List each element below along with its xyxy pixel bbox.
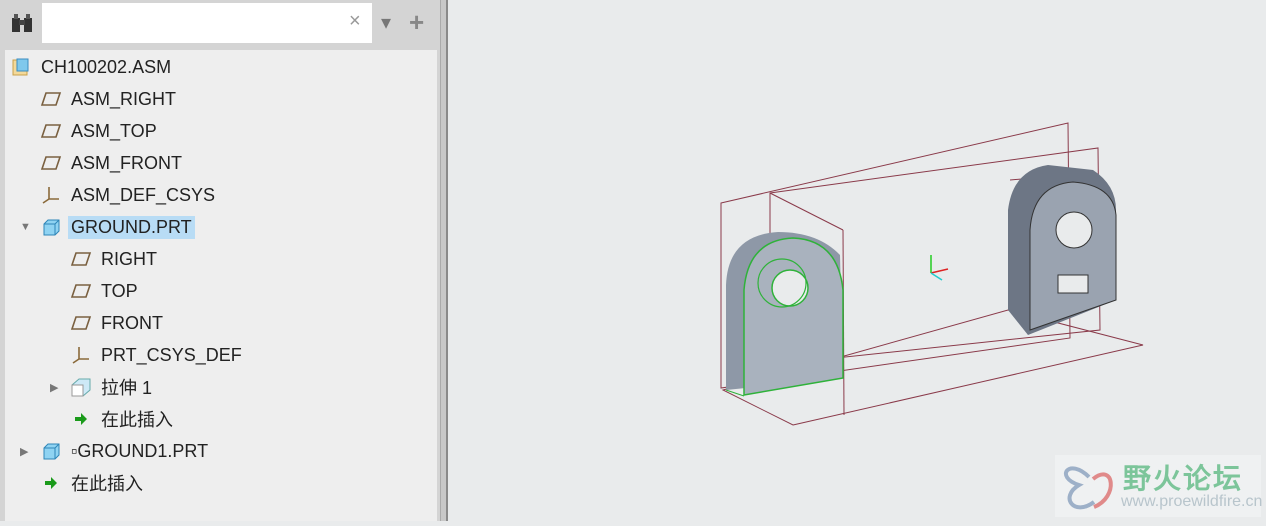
tree-item[interactable]: 拉伸 1 [70, 373, 155, 401]
tree-item[interactable]: PRT_CSYS_DEF [70, 341, 245, 369]
watermark-url: www.proewildfire.cn [1121, 493, 1263, 510]
watermark-logo: 野火论坛 www.proewildfire.cn [1055, 455, 1263, 517]
add-icon[interactable]: + [409, 7, 424, 38]
datum-plane-icon [70, 249, 92, 269]
model-tree: CH100202.ASM ASM_RIGHT ASM_TOP ASM_FRONT ASM… [5, 50, 437, 521]
tree-item-label: ASM_TOP [71, 120, 157, 141]
expand-arrow[interactable]: ▶ [20, 445, 28, 458]
datum-plane-icon [40, 153, 62, 173]
dropdown-icon[interactable]: ▾ [381, 10, 391, 35]
tree-item[interactable]: ASM_DEF_CSYS [40, 181, 218, 209]
expand-arrow[interactable]: ▶ [50, 381, 58, 394]
tree-item-label: TOP [101, 280, 138, 301]
collapse-arrow[interactable]: ▼ [20, 221, 31, 233]
panel-splitter[interactable] [440, 0, 448, 521]
insert-here-icon [40, 473, 62, 493]
graphics-viewport[interactable] [448, 0, 1266, 521]
tree-item-label: 拉伸 1 [101, 378, 153, 398]
csys-icon [70, 345, 92, 365]
tree-item[interactable]: ▫GROUND1.PRT [40, 437, 211, 465]
model-tree-panel: × ▾ + CH100202.ASM ASM_RIGHT ASM_TOP ASM_FR… [0, 0, 440, 521]
tree-item[interactable]: 在此插入 [70, 405, 176, 433]
datum-plane-icon [40, 121, 62, 141]
tree-item-label: ASM_DEF_CSYS [71, 184, 216, 205]
tree-item-label: CH100202.ASM [41, 56, 172, 77]
tree-item-label: GROUND.PRT [68, 215, 195, 239]
find-binoculars-icon[interactable] [10, 12, 34, 34]
search-input[interactable] [42, 3, 372, 43]
tree-item-label: RIGHT [101, 248, 157, 269]
tree-item[interactable]: FRONT [70, 309, 166, 337]
tree-item[interactable]: CH100202.ASM [10, 53, 174, 81]
3d-model-view [720, 122, 1144, 426]
tree-item-label: 在此插入 [101, 410, 173, 430]
tree-item[interactable]: TOP [70, 277, 141, 305]
tree-item[interactable]: ASM_FRONT [40, 149, 185, 177]
part-icon [40, 217, 62, 237]
tree-item[interactable]: ASM_TOP [40, 117, 160, 145]
datum-plane-icon [70, 281, 92, 301]
tree-item-label: PRT_CSYS_DEF [101, 344, 242, 365]
datum-plane-icon [70, 313, 92, 333]
tree-item[interactable]: ASM_RIGHT [40, 85, 179, 113]
watermark-title: 野火论坛 [1123, 463, 1244, 494]
datum-plane-icon [40, 89, 62, 109]
tree-item[interactable]: GROUND.PRT [40, 213, 195, 241]
tree-item-label: FRONT [101, 312, 163, 333]
tree-item[interactable]: RIGHT [70, 245, 160, 273]
tree-item-label: ASM_RIGHT [71, 88, 177, 109]
insert-here-icon [70, 409, 92, 429]
left-part [725, 232, 844, 397]
tree-item-label: 在此插入 [71, 474, 143, 494]
tree-item-label: ▫GROUND1.PRT [71, 440, 209, 461]
csys-icon [40, 185, 62, 205]
csys-icon [930, 255, 949, 281]
tree-toolbar: × ▾ + [0, 0, 440, 48]
tree-item[interactable]: 在此插入 [40, 469, 146, 497]
assembly-icon [10, 57, 32, 77]
clear-search-icon[interactable]: × [349, 10, 361, 33]
tree-item-label: ASM_FRONT [71, 152, 183, 173]
part-icon [40, 441, 62, 461]
extrude-icon [70, 377, 92, 397]
